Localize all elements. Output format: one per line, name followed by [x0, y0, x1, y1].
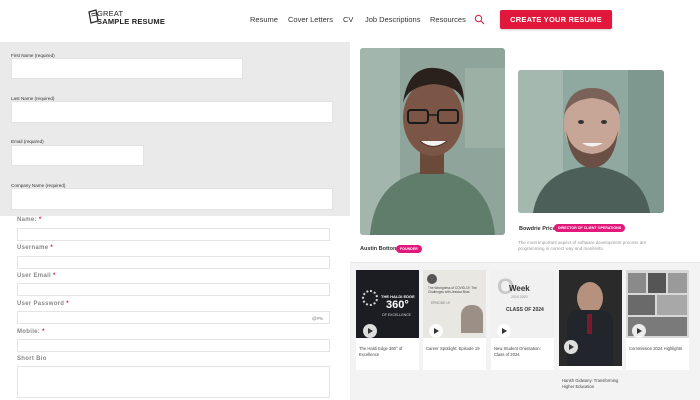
video-card[interactable]: O Week 2024 2020 CLASS OF 2024 New Stude… [491, 270, 554, 370]
video-title[interactable]: New Student Orientation: Class of 2024 [494, 346, 552, 358]
speaker-tie [587, 314, 592, 334]
video-title[interactable]: Commission 2024 Highlights [629, 346, 687, 352]
nav-job-descriptions[interactable]: Job Descriptions [365, 15, 420, 24]
username-label: Username * [17, 245, 54, 251]
user-email-input[interactable] [17, 283, 330, 296]
site-header: GREAT SAMPLE RESUME Resume Cover Letters… [0, 0, 700, 42]
video-title[interactable]: Career Spotlight: Episode 19 [426, 346, 484, 352]
user-email-label: User Email * [17, 273, 56, 279]
thumb-text: Week [509, 284, 530, 293]
user-password-label: User Password * [17, 301, 69, 307]
nav-cover-letters[interactable]: Cover Letters [288, 15, 333, 24]
photo-tile [657, 295, 687, 315]
name-input[interactable] [17, 228, 330, 241]
video-title[interactable]: The Haldi Edge 360° of Excellence [359, 346, 417, 358]
video-card[interactable]: Commission 2024 Highlights [626, 270, 689, 370]
last-name-input[interactable] [11, 101, 333, 123]
video-card[interactable]: The Wrongness of COVID-19: The Challenge… [423, 270, 486, 370]
password-visibility-toggle[interactable]: @#% [312, 316, 323, 321]
thumb-text: OF EXCELLENCE [382, 313, 411, 317]
photo-tile [628, 295, 655, 315]
video-title[interactable]: Harish Gidwany: Transforming Higher Educ… [562, 378, 620, 390]
thumb-text: EPISODE 19 [431, 301, 450, 305]
nav-resume[interactable]: Resume [250, 15, 278, 24]
team-member-name: Bowdrie Price [519, 226, 556, 232]
email-label: Email (required) [11, 139, 44, 144]
play-icon[interactable] [564, 340, 578, 354]
college-seal-icon [362, 290, 378, 306]
short-bio-label: Short Bio [17, 356, 47, 362]
short-bio-textarea[interactable] [17, 366, 330, 398]
play-icon[interactable] [429, 324, 443, 338]
portrait-image [518, 70, 664, 213]
username-input[interactable] [17, 256, 330, 269]
mobile-input[interactable] [17, 339, 330, 352]
team-member-name: Austin Botton [360, 246, 397, 252]
team-photo-austin [360, 48, 505, 235]
team-member-badge: FOUNDER [396, 245, 422, 253]
college-seal-icon [427, 274, 437, 284]
play-icon[interactable] [363, 324, 377, 338]
video-card[interactable]: THE HALDI EDGE 360° OF EXCELLENCE The Ha… [356, 270, 419, 370]
play-icon[interactable] [632, 324, 646, 338]
email-input[interactable] [11, 145, 144, 166]
company-name-input[interactable] [11, 188, 333, 210]
thumb-text: 360° [386, 299, 409, 311]
photo-tile [628, 273, 646, 293]
portrait-image [360, 48, 505, 235]
logo-text-line2: SAMPLE RESUME [97, 17, 166, 26]
team-photo-bowdrie [518, 70, 664, 213]
search-icon[interactable] [474, 14, 485, 25]
create-resume-button[interactable]: CREATE YOUR RESUME [500, 10, 612, 29]
nav-cv[interactable]: CV [343, 15, 353, 24]
photo-tile [668, 273, 687, 293]
thumb-text: 2024 2020 [511, 295, 528, 299]
first-name-input[interactable] [11, 58, 243, 79]
team-member-badge: DIRECTOR OF CLIENT OPERATIONS [554, 224, 626, 232]
play-icon[interactable] [497, 324, 511, 338]
user-password-input[interactable] [17, 311, 330, 324]
mobile-label: Mobile: * [17, 329, 45, 335]
name-label: Name: * [17, 217, 42, 223]
logo[interactable]: GREAT SAMPLE RESUME [87, 9, 167, 29]
photo-tile [648, 273, 666, 293]
guest-photo [461, 305, 483, 333]
team-member-description: The most important aspect of software de… [518, 240, 647, 251]
thumb-text: The Wrongness of COVID-19: The Challenge… [428, 286, 477, 294]
thumb-text: CLASS OF 2024 [506, 307, 544, 313]
video-card[interactable]: Harish Gidwany: Transforming Higher Educ… [559, 270, 622, 389]
nav-resources[interactable]: Resources [430, 15, 466, 24]
page: GREAT SAMPLE RESUME Resume Cover Letters… [0, 0, 700, 400]
